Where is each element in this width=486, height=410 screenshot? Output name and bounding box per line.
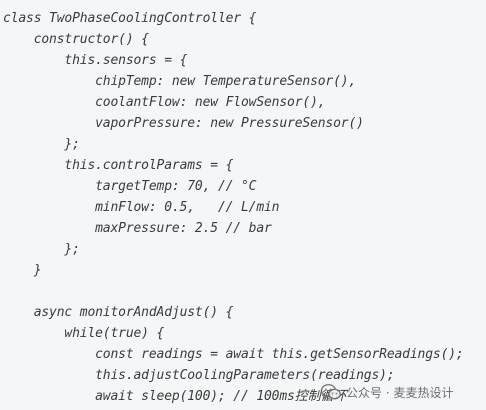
code-line: this.sensors = { [3, 53, 188, 68]
code-line: chipTemp: new TemperatureSensor(), [3, 74, 357, 89]
watermark-text: 公众号 · 麦麦热设计 [346, 385, 454, 400]
code-line: class TwoPhaseCoolingController { [3, 11, 257, 26]
code-line: maxPressure: 2.5 // bar [3, 221, 272, 236]
code-line: await sleep(100); // 100ms控制循环 [3, 389, 347, 404]
code-line: } [3, 263, 42, 278]
watermark: 公众号 · 麦麦热设计 [320, 381, 453, 403]
code-line: vaporPressure: new PressureSensor() [3, 116, 364, 131]
code-line: constructor() { [3, 32, 149, 47]
wechat-logo-icon [320, 383, 342, 401]
code-line: minFlow: 0.5, // L/min [3, 200, 280, 215]
code-line: this.controlParams = { [3, 158, 234, 173]
code-line: async monitorAndAdjust() { [3, 305, 234, 320]
code-line: const readings = await this.getSensorRea… [3, 347, 464, 362]
code-line: coolantFlow: new FlowSensor(), [3, 95, 326, 110]
code-line: }; [3, 242, 80, 257]
code-line: }; [3, 137, 80, 152]
code-line: targetTemp: 70, // °C [3, 179, 257, 194]
code-block: class TwoPhaseCoolingController { constr… [0, 0, 486, 410]
code-line: while(true) { [3, 326, 165, 341]
